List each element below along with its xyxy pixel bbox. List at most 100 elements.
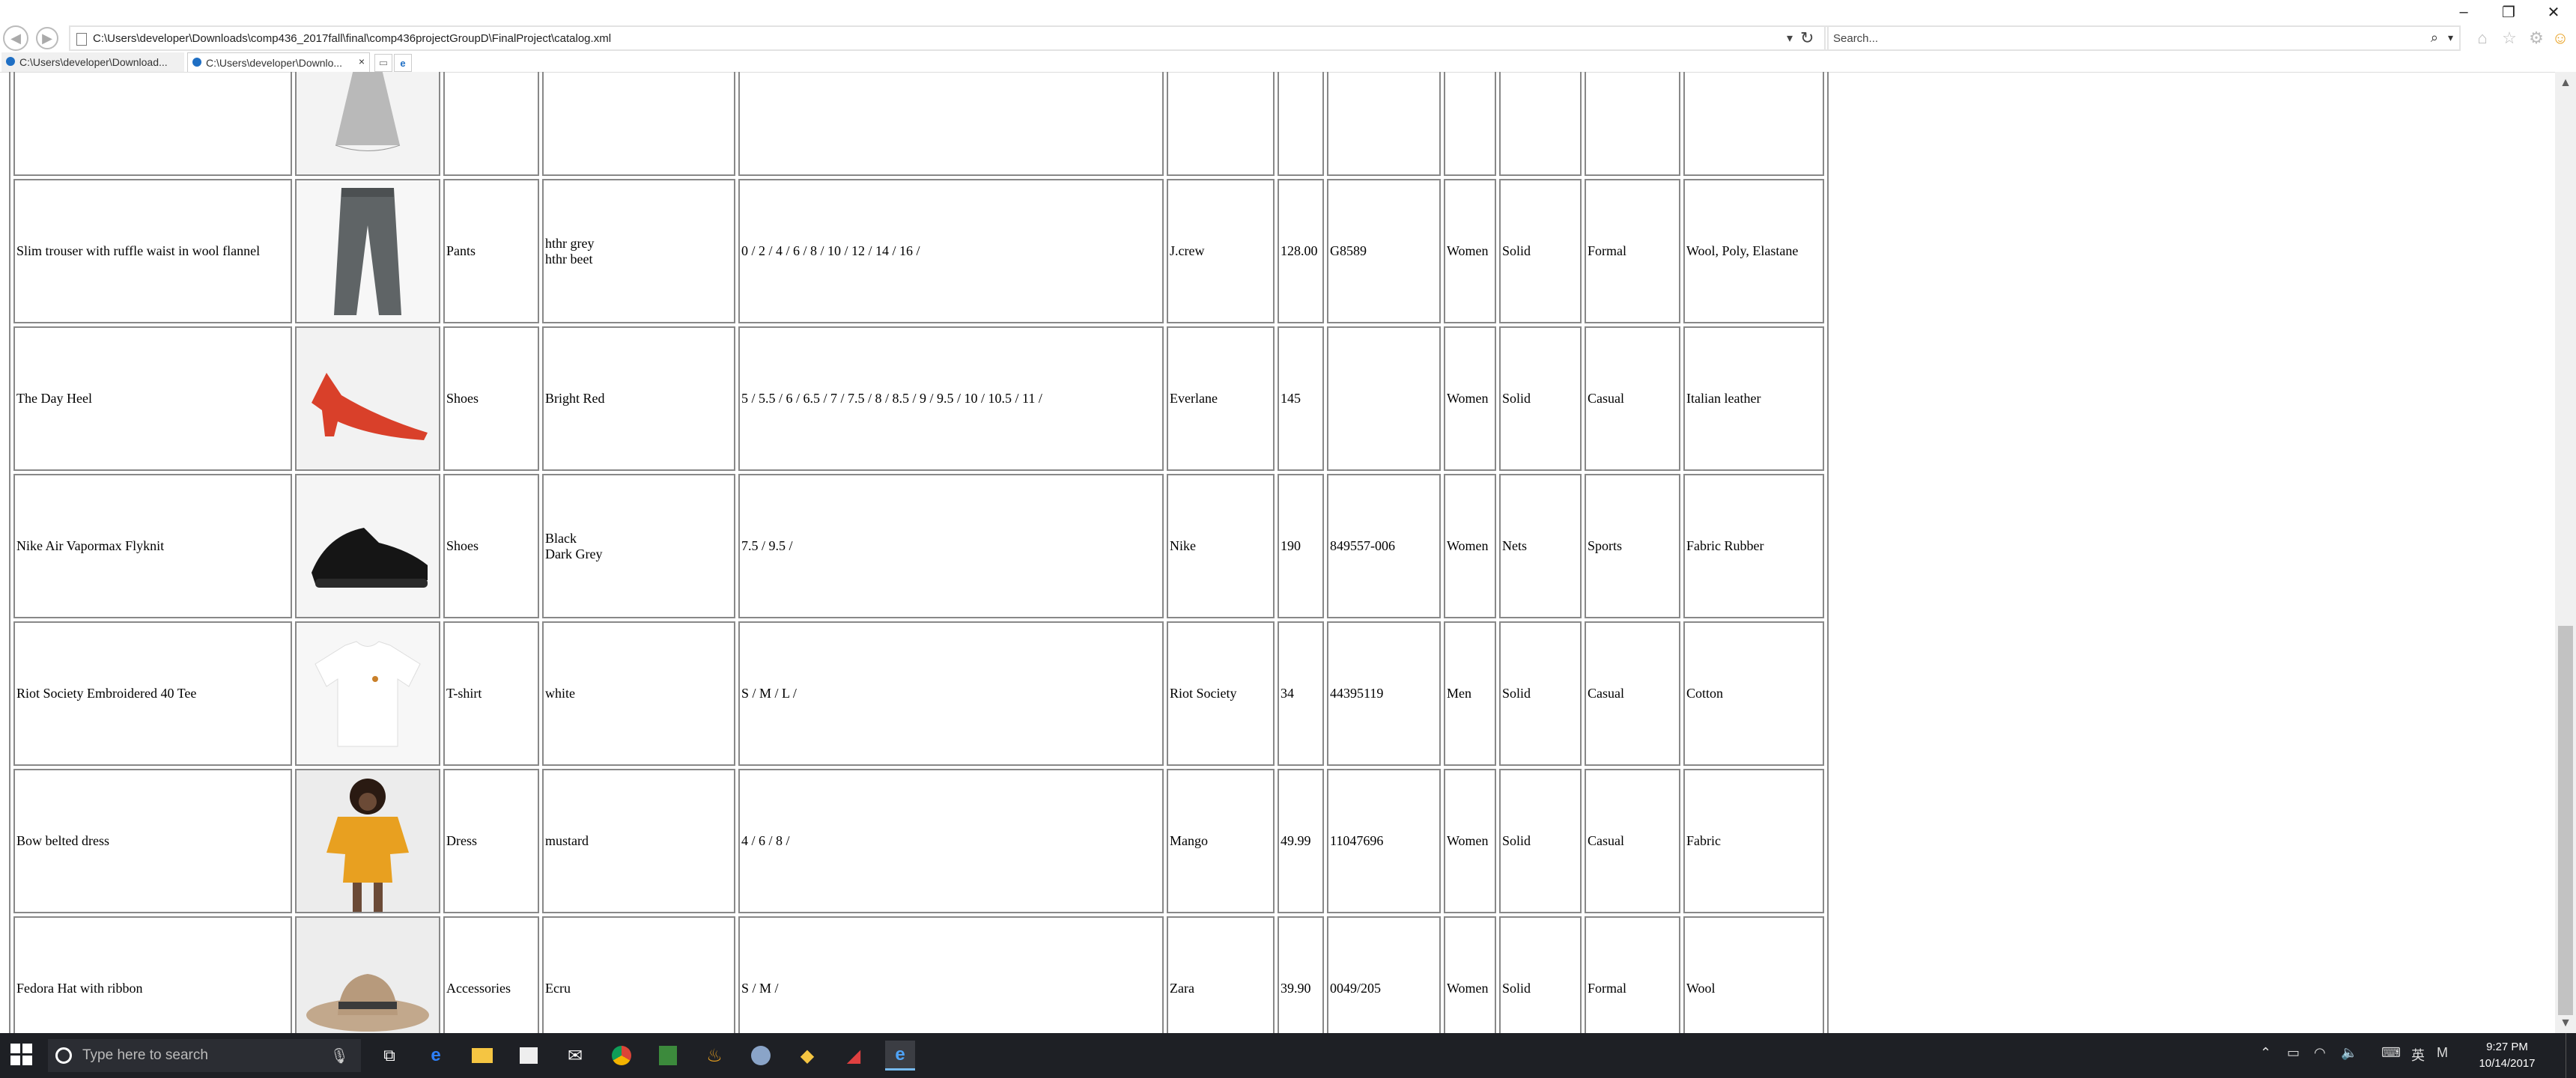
mail-icon[interactable]: ✉	[560, 1041, 590, 1071]
restore-button[interactable]: ❐	[2486, 1, 2531, 22]
tab-1-label: C:\Users\developer\Download...	[19, 56, 168, 68]
calculator-app-icon[interactable]	[653, 1041, 683, 1071]
show-desktop-button[interactable]	[2566, 1033, 2574, 1078]
search-box[interactable]: Search... ⌕ ▾	[1824, 25, 2461, 51]
product-color-cell: Ecru	[542, 916, 735, 1033]
scrollbar-thumb[interactable]	[2558, 626, 2573, 1015]
product-material: Wool, Poly, Elastane	[1686, 243, 1799, 258]
product-material: Wool	[1686, 981, 1716, 996]
product-color: mustard	[545, 833, 589, 848]
ime-mode-icon[interactable]: M	[2437, 1045, 2448, 1061]
product-brand-cell: Everlane	[1167, 326, 1275, 471]
internet-explorer-icon[interactable]: e	[885, 1041, 915, 1071]
favorites-star-icon[interactable]: ☆	[2498, 27, 2521, 49]
refresh-icon[interactable]: ↻	[1800, 25, 1814, 51]
product-name: The Day Heel	[16, 391, 92, 406]
vertical-scrollbar[interactable]: ▲ ▼	[2555, 72, 2576, 1033]
keyboard-icon[interactable]: ⌨	[2381, 1045, 2401, 1061]
product-image	[297, 475, 439, 617]
product-price: 145	[1281, 391, 1301, 406]
page-icon	[76, 33, 87, 46]
show-hidden-icons-chevron-icon[interactable]: ⌃	[2260, 1045, 2271, 1061]
product-sku-cell: 849557-006	[1327, 474, 1441, 618]
scroll-down-icon[interactable]: ▼	[2560, 1017, 2572, 1030]
taskbar-search-box[interactable]: Type here to search 🎙	[48, 1039, 361, 1072]
product-style-cell: Formal	[1585, 179, 1680, 323]
product-gender-cell: Women	[1444, 72, 1496, 176]
product-sku-cell: G8589	[1327, 179, 1441, 323]
product-material: Italian leather	[1686, 391, 1761, 406]
product-brand-cell: Ralph Lauren	[1167, 72, 1275, 176]
app-icon-red[interactable]: ◢	[839, 1041, 869, 1071]
product-brand-cell: Mango	[1167, 769, 1275, 913]
ie-favicon-icon	[192, 58, 201, 67]
product-material-cell: Fabric Rubber	[1683, 474, 1824, 618]
battery-icon[interactable]: ▭	[2287, 1045, 2300, 1061]
product-name: Slim trouser with ruffle waist in wool f…	[16, 243, 261, 258]
smiley-feedback-icon[interactable]: ☺	[2549, 27, 2572, 49]
table-row: Nike Air Vapormax Flyknit Shoes Black Dark…	[13, 474, 1824, 618]
minimize-button[interactable]: –	[2441, 1, 2486, 22]
product-category: Shoes	[446, 391, 479, 406]
wifi-icon[interactable]: ◠	[2314, 1045, 2326, 1061]
address-bar[interactable]: C:\Users\developer\Downloads\comp436_201…	[69, 25, 1829, 51]
forward-arrow-icon: ▶	[42, 30, 52, 46]
product-material-cell: Wool, Poly, Elastane	[1683, 179, 1824, 323]
tab-2[interactable]: C:\Users\developer\Downlo... ×	[187, 52, 370, 72]
ie-tab-icon[interactable]: e	[394, 54, 412, 72]
tab-strip: C:\Users\developer\Download... C:\Users\…	[0, 52, 2576, 73]
table-row: Riot Society Embroidered 40 Tee T-shirt wh…	[13, 621, 1824, 766]
product-sizes: S / M / L /	[741, 686, 797, 701]
navigation-bar: ◀ ▶ C:\Users\developer\Downloads\comp436…	[0, 22, 2576, 52]
product-gender: Women	[1447, 833, 1489, 848]
product-name-cell: The Day Heel	[13, 326, 292, 471]
product-price: 49.99	[1281, 833, 1311, 848]
edge-browser-icon[interactable]: e	[421, 1041, 451, 1071]
close-window-button[interactable]: ✕	[2531, 1, 2576, 22]
forward-button[interactable]: ▶	[36, 27, 58, 49]
product-color-cell: Black Dark Grey	[542, 474, 735, 618]
product-gender-cell: Women	[1444, 769, 1496, 913]
product-brand: J.crew	[1170, 243, 1205, 258]
task-view-icon[interactable]: ⧉	[374, 1041, 404, 1071]
scroll-up-icon[interactable]: ▲	[2560, 76, 2572, 90]
app-icon-globe[interactable]	[746, 1041, 776, 1071]
product-pattern: Nets	[1502, 538, 1527, 553]
product-category-cell: Shoes	[443, 326, 539, 471]
chrome-icon[interactable]	[607, 1041, 637, 1071]
store-icon[interactable]	[514, 1041, 544, 1071]
product-sku-cell: 11047696	[1327, 769, 1441, 913]
home-icon[interactable]: ⌂	[2471, 27, 2494, 49]
search-icon[interactable]: ⌕	[2431, 30, 2438, 46]
tab-1[interactable]: C:\Users\developer\Download...	[1, 52, 184, 72]
file-explorer-icon[interactable]	[467, 1041, 497, 1071]
product-name-cell: Riot Society Embroidered 40 Tee	[13, 621, 292, 766]
app-icon-diamond[interactable]: ◆	[792, 1041, 822, 1071]
back-button[interactable]: ◀	[3, 25, 28, 51]
windows-start-button[interactable]	[10, 1044, 33, 1066]
settings-gear-icon[interactable]: ⚙	[2525, 27, 2548, 49]
microphone-icon[interactable]: 🎙	[330, 1047, 349, 1065]
product-color-cell: Bright Red	[542, 326, 735, 471]
product-style: Formal	[1588, 243, 1626, 258]
product-category-cell: Dress	[443, 72, 539, 176]
product-price-cell: 190	[1278, 474, 1324, 618]
tab-2-label: C:\Users\developer\Downlo...	[206, 56, 343, 69]
clock[interactable]: 9:27 PM 10/14/2017	[2455, 1039, 2560, 1072]
product-gender-cell: Women	[1444, 474, 1496, 618]
product-sizes-cell: 2 / 4 / 6 / 8 / 10 / 12 / 14 / 16 /	[738, 72, 1164, 176]
product-image	[297, 623, 439, 764]
search-dropdown-icon[interactable]: ▾	[2448, 31, 2453, 44]
product-image-cell	[295, 769, 440, 913]
input-language-icon[interactable]: 英	[2411, 1045, 2425, 1065]
new-tab-button[interactable]: ▭	[374, 54, 392, 72]
volume-icon[interactable]: 🔈	[2341, 1045, 2357, 1061]
app-icon-orange[interactable]: ♨	[699, 1041, 729, 1071]
product-style: Casual	[1588, 686, 1624, 701]
product-image-cell	[295, 474, 440, 618]
product-color-cell: mustard	[542, 769, 735, 913]
address-dropdown-icon[interactable]: ▾	[1787, 25, 1793, 51]
product-price-cell: 49.99	[1278, 769, 1324, 913]
product-category-cell: T-shirt	[443, 621, 539, 766]
tab-close-icon[interactable]: ×	[359, 55, 365, 67]
